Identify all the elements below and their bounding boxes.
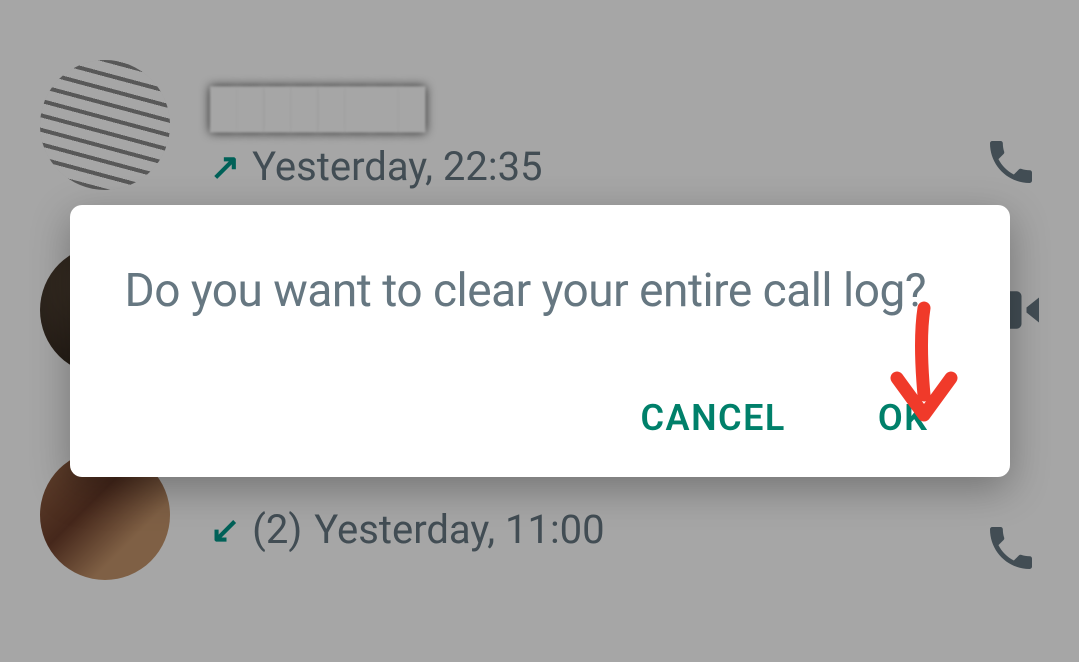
- confirm-dialog: Do you want to clear your entire call lo…: [70, 205, 1010, 476]
- cancel-button[interactable]: CANCEL: [635, 387, 792, 449]
- dialog-actions: CANCEL OK: [125, 387, 955, 449]
- dialog-message: Do you want to clear your entire call lo…: [125, 260, 955, 322]
- modal-overlay[interactable]: Do you want to clear your entire call lo…: [0, 0, 1079, 662]
- ok-button[interactable]: OK: [872, 387, 935, 449]
